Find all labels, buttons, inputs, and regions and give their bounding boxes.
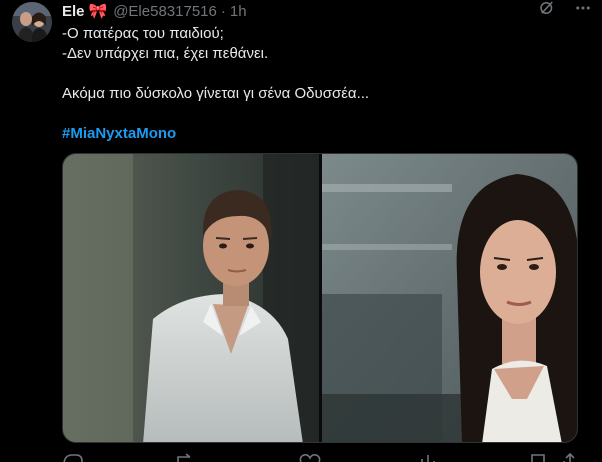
like-icon[interactable] <box>299 454 321 462</box>
reply-icon[interactable] <box>63 454 83 462</box>
author-name[interactable]: Ele <box>62 3 85 20</box>
tweet-header: Ele 🎀 @Ele58317516 · 1h <box>62 2 247 21</box>
grok-icon[interactable] <box>538 0 556 22</box>
hashtag-link[interactable]: #MiaNyxtaMono <box>62 124 582 144</box>
tweet-line: -Δεν υπάρχει πια, έχει πεθάνει. <box>62 45 269 62</box>
tweet-text: -Ο πατέρας του παιδιού; -Δεν υπάρχει πια… <box>62 24 582 144</box>
avatar[interactable] <box>12 2 52 42</box>
tweet-line: Ακόμα πιο δύσκολο γίνεται γι σένα Οδυσσέ… <box>62 85 370 102</box>
share-icon[interactable] <box>563 452 575 462</box>
author-handle[interactable]: @Ele58317516 <box>113 3 217 20</box>
separator-dot: · <box>220 2 226 20</box>
bow-emoji: 🎀 <box>88 3 108 20</box>
tweet[interactable]: Ele 🎀 @Ele58317516 · 1h -Ο πατέρας του π… <box>0 0 602 462</box>
header-icons <box>538 0 592 20</box>
more-icon[interactable] <box>574 0 592 22</box>
tweet-media[interactable] <box>62 153 578 443</box>
media-image-woman[interactable] <box>322 154 577 442</box>
views-icon[interactable] <box>421 455 435 462</box>
action-bar <box>62 452 582 462</box>
repost-icon[interactable] <box>177 453 191 462</box>
media-image-man[interactable] <box>63 154 319 442</box>
bookmark-icon[interactable] <box>531 454 545 462</box>
tweet-line: -Ο πατέρας του παιδιού; <box>62 25 224 42</box>
timestamp[interactable]: 1h <box>230 3 247 20</box>
